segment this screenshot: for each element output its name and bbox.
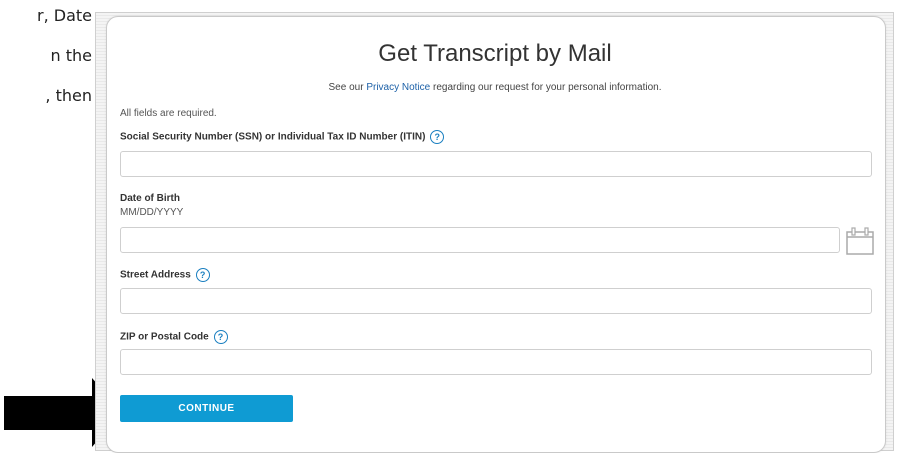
continue-button[interactable]: CONTINUE	[120, 395, 293, 422]
zip-label: ZIP or Postal Code ?	[120, 330, 228, 344]
calendar-icon[interactable]	[845, 226, 875, 256]
privacy-notice-link[interactable]: Privacy Notice	[366, 82, 430, 93]
dob-input[interactable]	[120, 227, 840, 253]
ssn-input[interactable]	[120, 151, 872, 177]
side-text-line-3: , then	[45, 86, 92, 105]
side-text-line-2: n the	[50, 46, 92, 65]
required-note: All fields are required.	[120, 108, 217, 119]
privacy-suffix: regarding our request for your personal …	[433, 82, 662, 93]
street-address-input[interactable]	[120, 288, 872, 314]
ssn-label-text: Social Security Number (SSN) or Individu…	[120, 131, 426, 143]
privacy-notice: See our Privacy Notice regarding our req…	[106, 82, 884, 93]
street-label: Street Address ?	[120, 268, 210, 282]
dob-format-hint: MM/DD/YYYY	[120, 207, 184, 218]
dob-label: Date of Birth	[120, 193, 180, 204]
zip-label-text: ZIP or Postal Code	[120, 331, 209, 343]
help-icon[interactable]: ?	[430, 130, 445, 144]
page-title: Get Transcript by Mail	[378, 40, 612, 67]
privacy-prefix: See our	[328, 82, 364, 93]
side-text-line-1: r, Date	[37, 6, 92, 25]
zip-input[interactable]	[120, 349, 872, 375]
help-icon[interactable]: ?	[195, 268, 210, 282]
help-icon[interactable]: ?	[213, 330, 228, 344]
street-label-text: Street Address	[120, 269, 191, 281]
ssn-label: Social Security Number (SSN) or Individu…	[120, 130, 445, 144]
